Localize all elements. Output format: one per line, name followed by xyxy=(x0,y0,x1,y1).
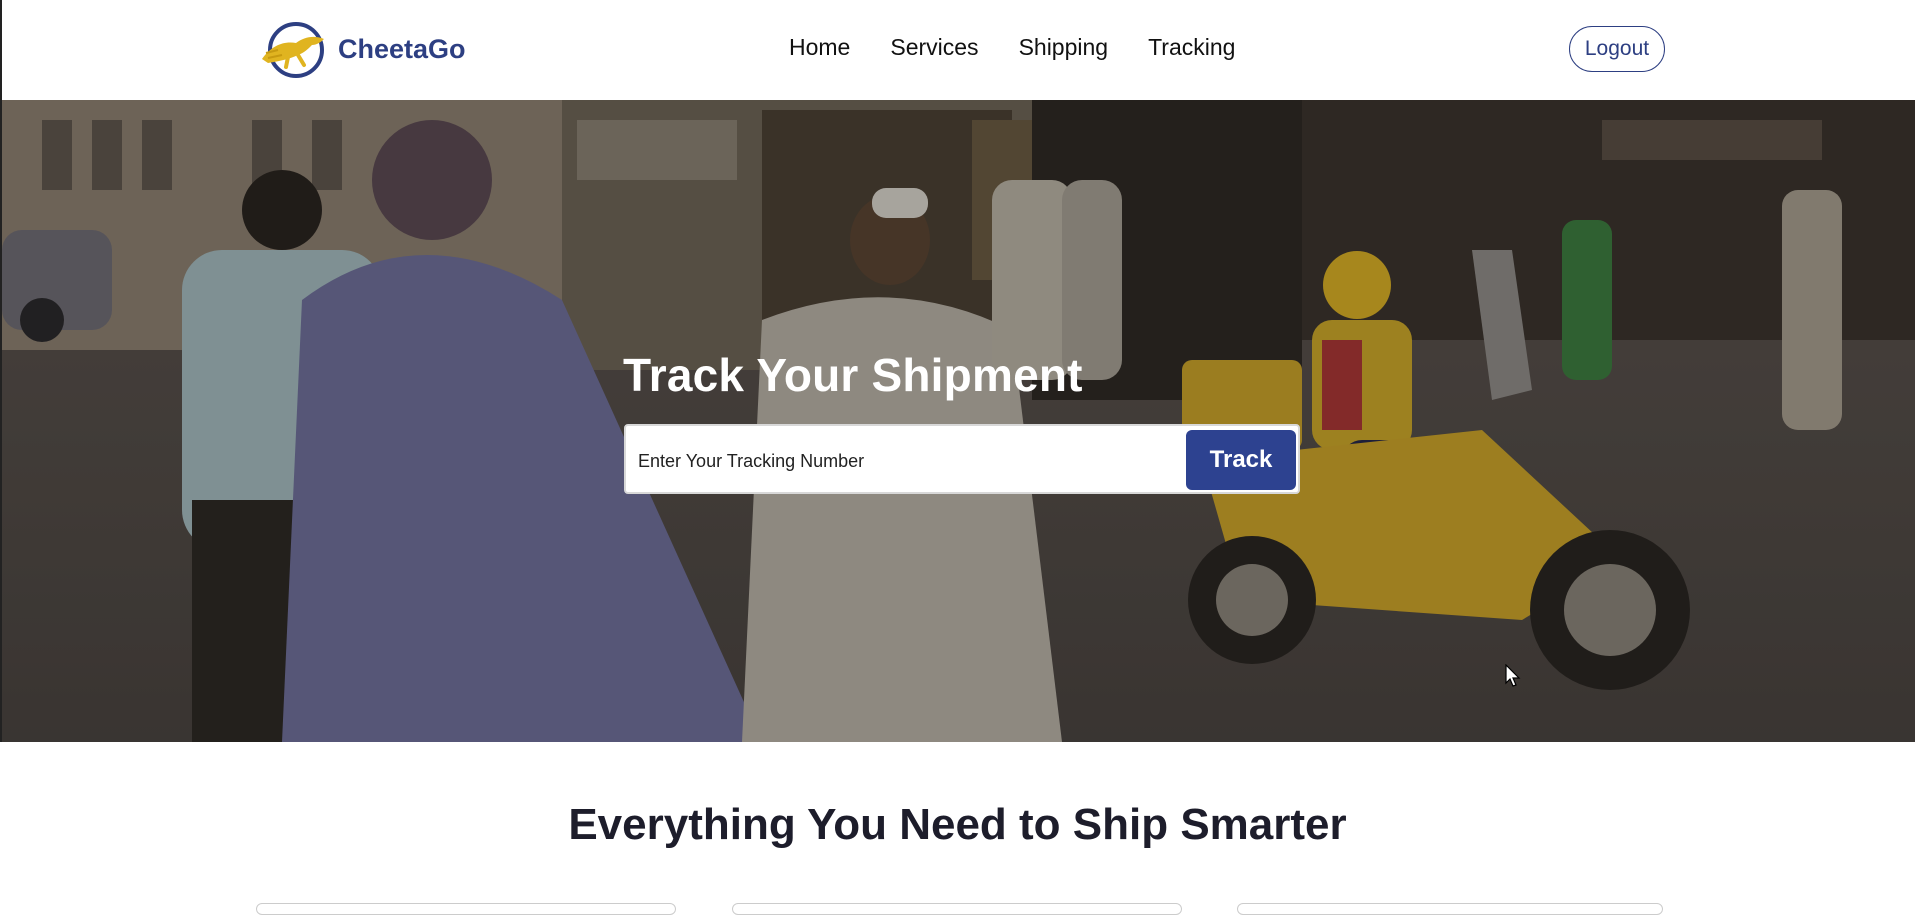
hero-title: Track Your Shipment xyxy=(623,349,1083,401)
nav-item-services[interactable]: Services xyxy=(890,34,978,61)
mouse-pointer-icon xyxy=(1505,664,1521,687)
logout-button[interactable]: Logout xyxy=(1569,26,1665,72)
tracking-form: Track xyxy=(624,424,1300,494)
features-heading: Everything You Need to Ship Smarter xyxy=(568,800,1347,849)
cheetah-logo-icon xyxy=(262,22,324,78)
feature-card xyxy=(1237,903,1663,915)
hero-section: Track Your Shipment Track xyxy=(0,100,1915,742)
hero-background-image xyxy=(2,100,1915,742)
top-navbar: CheetaGo Home Services Shipping Tracking… xyxy=(0,0,1915,100)
track-button[interactable]: Track xyxy=(1186,430,1296,490)
feature-card xyxy=(732,903,1182,915)
nav-item-shipping[interactable]: Shipping xyxy=(1019,34,1109,61)
brand[interactable]: CheetaGo xyxy=(258,16,466,82)
main-nav: Home Services Shipping Tracking xyxy=(789,34,1235,61)
nav-item-tracking[interactable]: Tracking xyxy=(1148,34,1235,61)
feature-card xyxy=(256,903,676,915)
brand-name: CheetaGo xyxy=(338,33,466,64)
tracking-number-input[interactable] xyxy=(636,436,1180,486)
nav-item-home[interactable]: Home xyxy=(789,34,850,61)
